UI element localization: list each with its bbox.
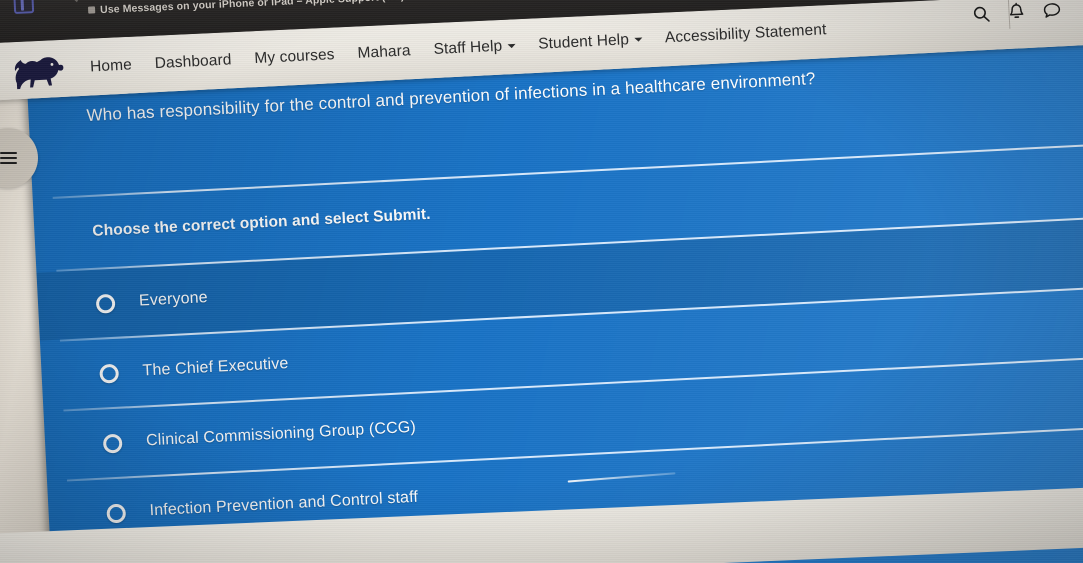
- search-icon[interactable]: [972, 4, 991, 23]
- lion-logo[interactable]: [9, 51, 69, 96]
- nav-label-home: Home: [89, 56, 133, 76]
- chevron-down-icon: [633, 37, 643, 42]
- nav-label-mahara: Mahara: [357, 42, 412, 62]
- divider-under-question: [52, 138, 1083, 199]
- notification-bell-icon[interactable]: [1007, 2, 1026, 22]
- option-label-ipc-staff: Infection Prevention and Control staff: [149, 488, 419, 520]
- radio-button-ipc-staff[interactable]: [106, 503, 127, 523]
- screen-photo: Who has responsibility for the control a…: [0, 0, 1083, 563]
- hamburger-menu-icon: [0, 149, 17, 167]
- nav-item-mahara[interactable]: Mahara: [357, 42, 411, 63]
- nav-label-staff-help: Staff Help: [433, 37, 503, 59]
- radio-button-chief-executive[interactable]: [99, 363, 120, 384]
- app-icon[interactable]: [13, 0, 35, 15]
- option-label-ccg: Clinical Commissioning Group (CCG): [145, 418, 417, 450]
- messages-bubble-icon[interactable]: [1042, 1, 1062, 20]
- instruction-text: Choose the correct option and select Sub…: [92, 205, 432, 240]
- chevron-down-icon: [507, 43, 516, 49]
- apple-favicon-icon: [87, 6, 96, 14]
- radio-button-ccg[interactable]: [102, 433, 123, 454]
- option-label-chief-executive: The Chief Executive: [142, 355, 289, 380]
- option-label-everyone: Everyone: [138, 289, 209, 310]
- nav-item-home[interactable]: Home: [90, 56, 133, 76]
- radio-button-everyone[interactable]: [95, 293, 116, 314]
